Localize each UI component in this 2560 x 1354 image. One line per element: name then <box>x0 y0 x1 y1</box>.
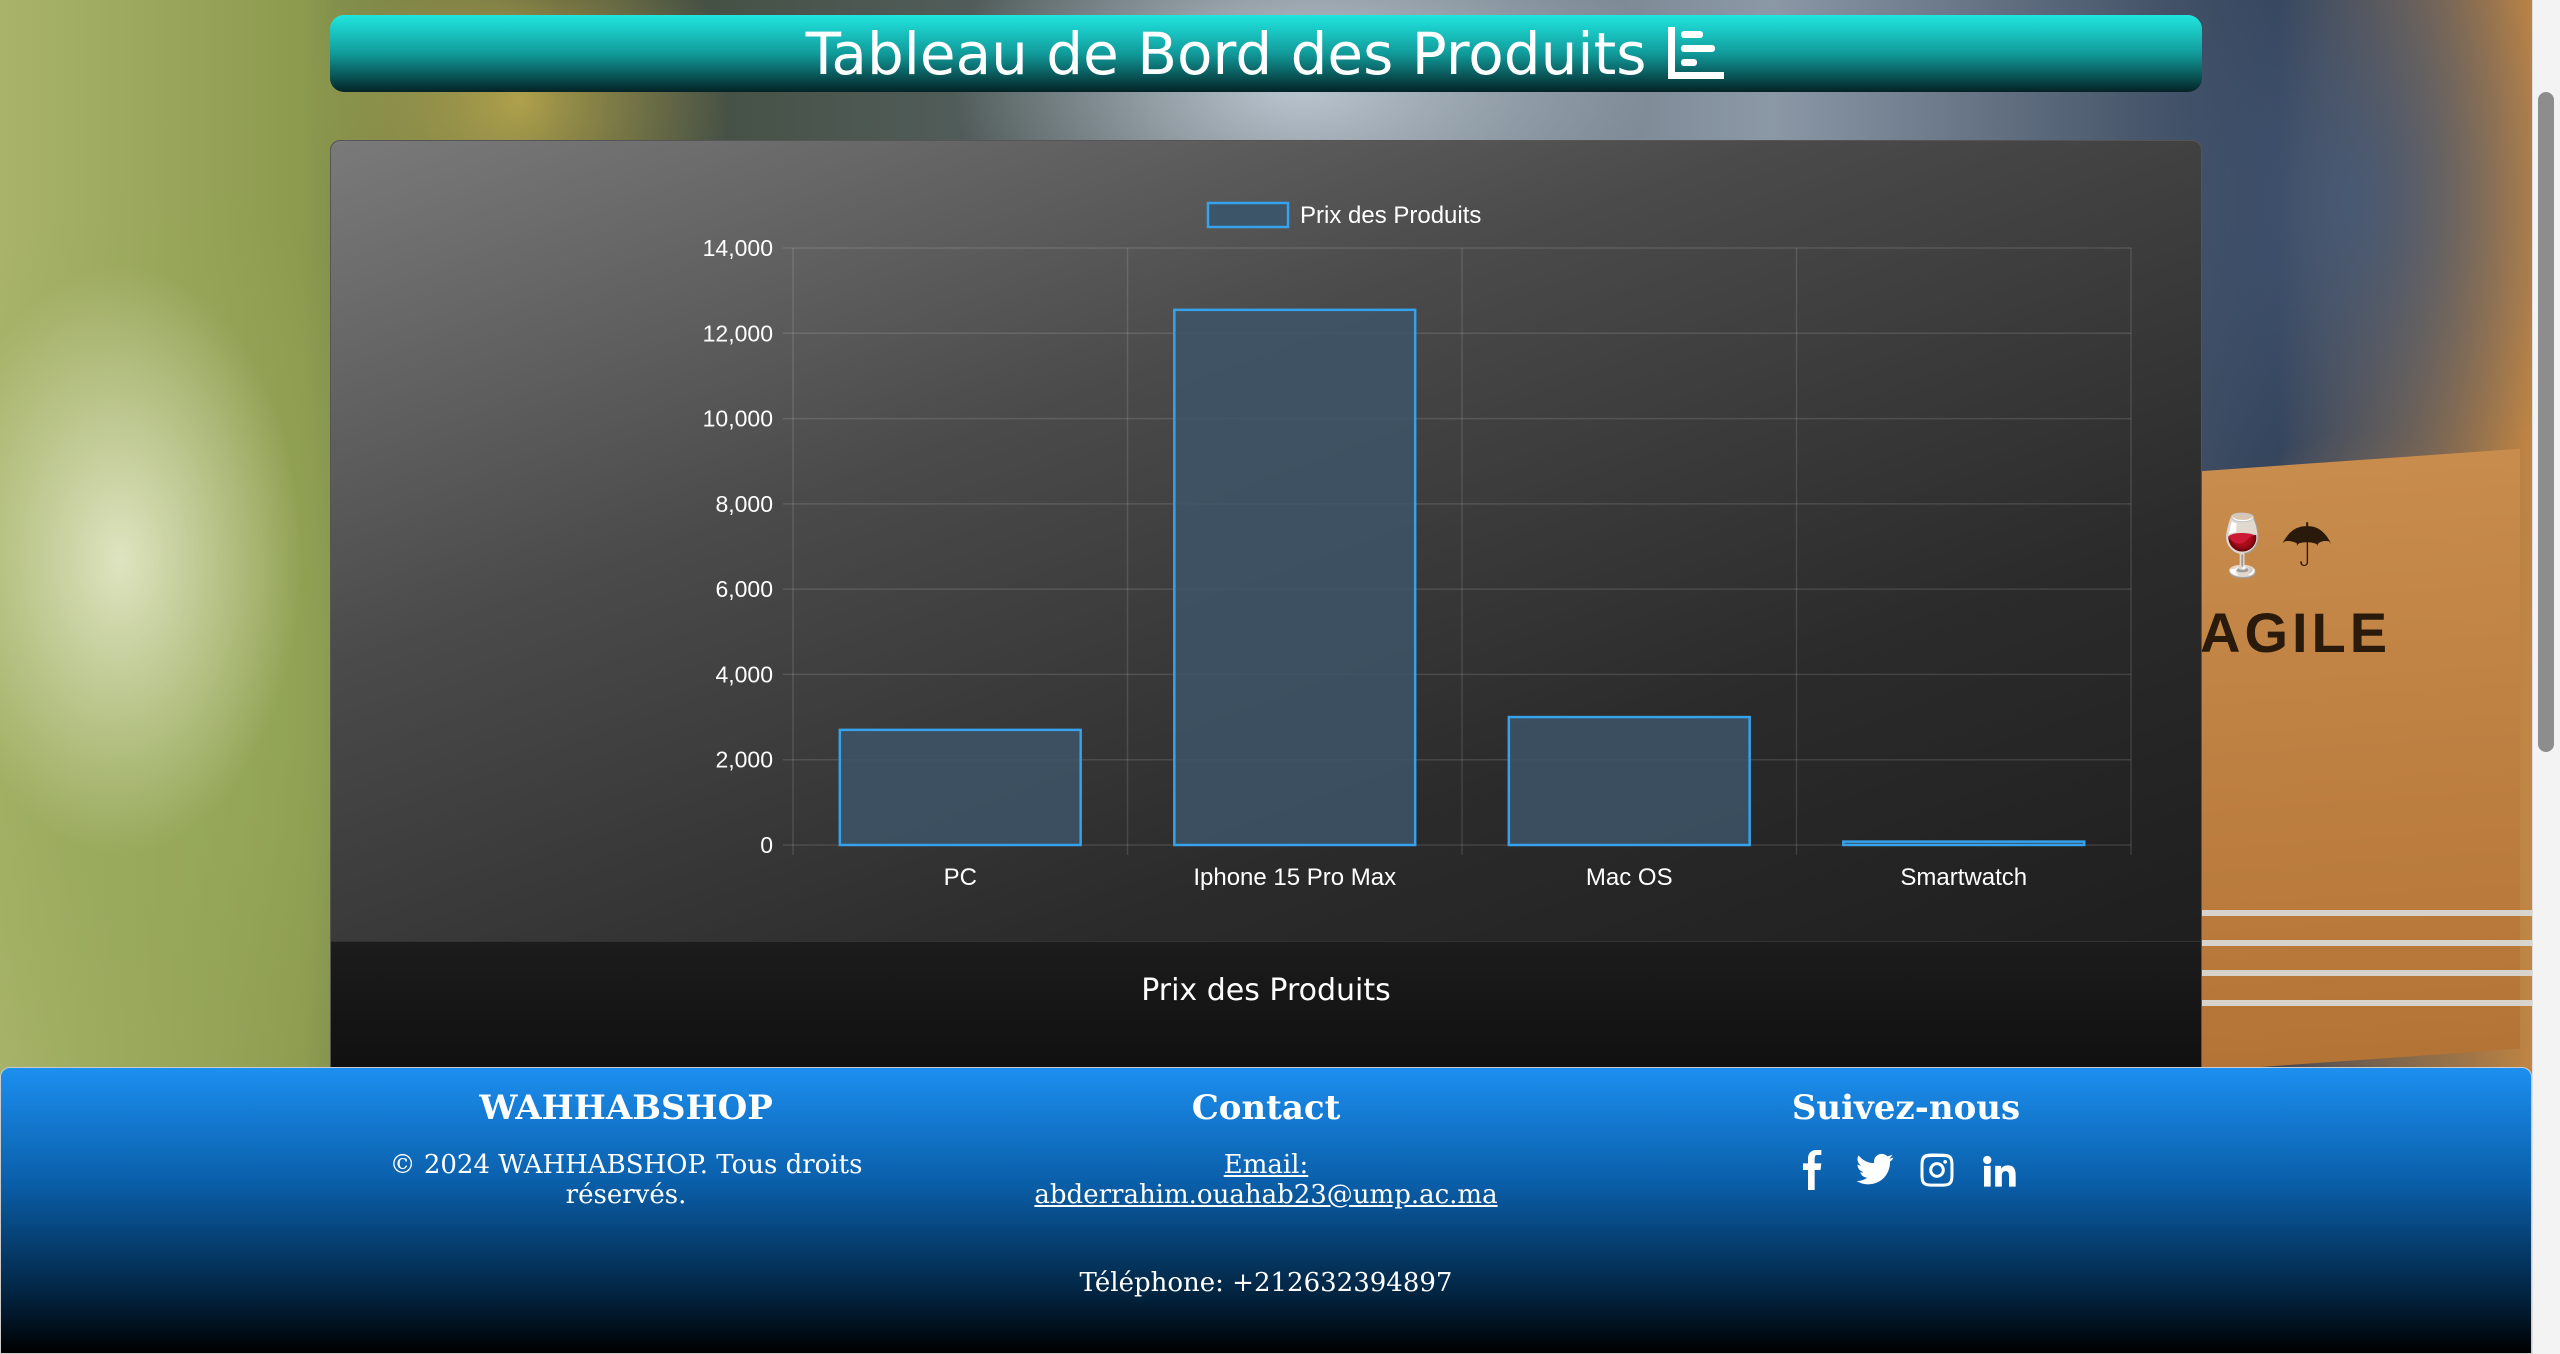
facebook-icon[interactable] <box>1793 1150 1833 1190</box>
box-label: AGILE <box>2200 601 2392 664</box>
x-tick-label: Smartwatch <box>1900 864 2027 891</box>
instagram-icon[interactable] <box>1917 1150 1957 1190</box>
footer-social-section: Suivez-nous <box>1751 1088 2061 1190</box>
y-tick-label: 14,000 <box>703 235 773 261</box>
footer-phone: Téléphone: +212632394897 <box>1079 1268 1453 1298</box>
y-tick-label: 0 <box>760 832 773 858</box>
x-tick-label: PC <box>944 864 977 891</box>
bar <box>838 728 1082 847</box>
y-tick-label: 12,000 <box>703 320 773 346</box>
x-tick-label: Iphone 15 Pro Max <box>1193 864 1396 891</box>
price-bar-chart: 0 2,000 4,000 6,000 8,000 10,000 12,000 14,000 P… <box>703 201 2132 891</box>
footer-copyright: © 2024 WAHHABSHOP. Tous droits réservés. <box>389 1150 863 1210</box>
linkedin-icon[interactable] <box>1979 1150 2019 1190</box>
footer-contact-title: Contact <box>1191 1088 1341 1128</box>
y-tick-label: 6,000 <box>715 576 773 602</box>
site-footer: WAHHABSHOP © 2024 WAHHABSHOP. Tous droit… <box>0 1067 2532 1354</box>
y-tick-label: 2,000 <box>715 747 773 773</box>
legend-label: Prix des Produits <box>1300 202 1481 229</box>
scroll-thumb[interactable] <box>2538 92 2554 752</box>
x-tick-label: Mac OS <box>1586 864 1673 891</box>
page-header: Tableau de Bord des Produits <box>330 15 2202 92</box>
footer-contact-section: Contact Email: abderrahim.ouahab23@ump.a… <box>1001 1088 1531 1210</box>
page-title: Tableau de Bord des Produits <box>805 19 1647 88</box>
legend-swatch <box>1206 201 1290 229</box>
footer-brand-name: WAHHABSHOP <box>479 1088 773 1128</box>
fragile-symbols-icon: 🍷☂ <box>2205 512 2334 579</box>
y-tick-label: 4,000 <box>715 661 773 687</box>
y-tick-label: 10,000 <box>703 406 773 432</box>
page-scrollbar[interactable] <box>2532 0 2560 1354</box>
bar-chart-icon <box>1668 26 1725 79</box>
shopping-cart <box>2200 910 2532 1030</box>
footer-email-link[interactable]: Email: abderrahim.ouahab23@ump.ac.ma <box>1001 1150 1531 1210</box>
footer-follow-title: Suivez-nous <box>1791 1088 2021 1128</box>
card-footer-title: Prix des Produits <box>1141 973 1391 1008</box>
y-tick-label: 8,000 <box>715 491 773 517</box>
footer-brand-section: WAHHABSHOP © 2024 WAHHABSHOP. Tous droit… <box>346 1088 906 1210</box>
bar <box>1173 308 1417 847</box>
bar <box>1507 715 1751 847</box>
bar <box>1842 840 2086 847</box>
twitter-icon[interactable] <box>1855 1150 1895 1190</box>
